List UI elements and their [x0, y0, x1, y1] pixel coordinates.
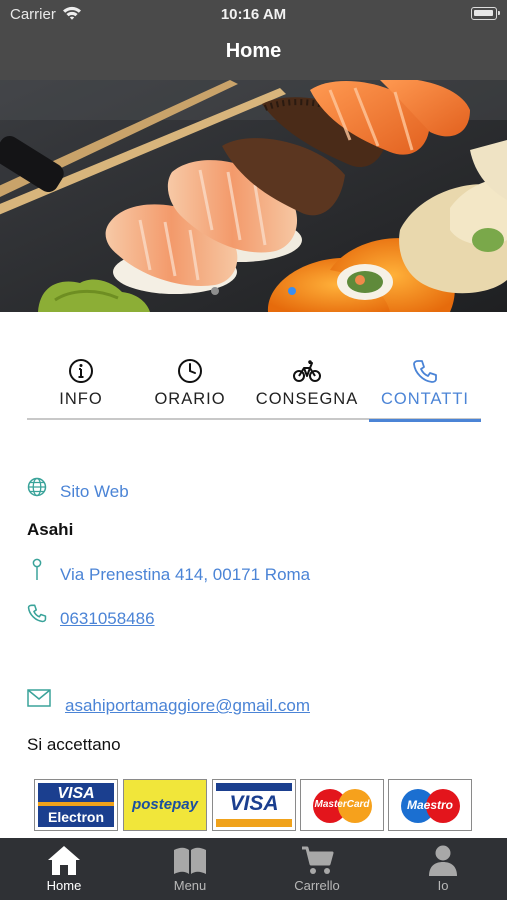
email-link[interactable]: asahiportamaggiore@gmail.com: [65, 696, 310, 716]
bottom-tab-label: Home: [46, 878, 82, 893]
website-row: Sito Web: [27, 477, 327, 503]
tab-label: ORARIO: [154, 390, 226, 408]
payment-label-row: Si accettano: [27, 735, 121, 755]
tab-orario[interactable]: ORARIO: [135, 352, 245, 420]
bottom-tab-label: Io: [437, 878, 449, 893]
top-bar: Carrier 10:16 AM Home: [0, 0, 507, 80]
payment-methods-label: Si accettano: [27, 735, 121, 754]
tab-contatti[interactable]: CONTATTI: [369, 352, 481, 422]
bottom-tab-home[interactable]: Home: [14, 838, 114, 900]
sushi-photo: [0, 80, 507, 312]
tab-label: CONTATTI: [380, 390, 470, 408]
info-tabs: INFO ORARIO CONSEGNA CONTATTI: [27, 352, 481, 422]
payment-cards: VISA Electron postepay VISA MasterCard M…: [34, 779, 474, 833]
phone-row: 0631058486: [27, 603, 227, 629]
website-link[interactable]: Sito Web: [60, 482, 129, 502]
tab-info[interactable]: INFO: [27, 352, 135, 420]
address-link[interactable]: Via Prenestina 414, 00171 Roma: [60, 565, 310, 585]
bottom-tab-menu[interactable]: Menu: [140, 838, 240, 900]
tab-label: CONSEGNA: [255, 390, 359, 408]
home-icon: [48, 846, 80, 875]
hero-carousel[interactable]: [0, 80, 507, 312]
bottom-tab-label: Menu: [173, 878, 207, 893]
bicycle-icon: [293, 360, 321, 382]
globe-icon: [27, 477, 47, 497]
cart-icon: [302, 846, 334, 874]
status-bar: Carrier 10:16 AM: [0, 0, 507, 30]
email-row: asahiportamaggiore@gmail.com: [27, 688, 347, 716]
book-icon: [174, 847, 206, 874]
restaurant-name-row: Asahi: [27, 520, 73, 540]
person-icon: [429, 845, 457, 876]
clock-icon: [178, 359, 202, 383]
status-time: 10:16 AM: [220, 6, 287, 23]
maestro-card: Maestro: [388, 779, 472, 831]
visa-electron-card: VISA Electron: [34, 779, 118, 831]
tab-consegna[interactable]: CONSEGNA: [245, 352, 369, 420]
bottom-tab-label: Carrello: [294, 878, 340, 893]
visa-card: VISA: [212, 779, 296, 831]
phone-icon: [413, 360, 437, 383]
mastercard-card: MasterCard: [300, 779, 384, 831]
tab-label: INFO: [59, 390, 103, 408]
phone-link[interactable]: 0631058486: [60, 609, 155, 629]
info-icon: [69, 359, 93, 383]
bottom-tab-io[interactable]: Io: [393, 838, 493, 900]
bottom-tab-bar: Home Menu Carrello Io: [0, 838, 507, 900]
page-title: Home: [225, 40, 282, 62]
postepay-card: postepay: [123, 779, 207, 831]
carousel-dot-1: [211, 287, 219, 295]
mail-icon: [27, 689, 51, 707]
carousel-dot-2: [288, 287, 296, 295]
address-row: Via Prenestina 414, 00171 Roma: [27, 558, 347, 584]
bottom-tab-carrello[interactable]: Carrello: [267, 838, 367, 900]
location-pin-icon: [32, 558, 42, 580]
restaurant-name: Asahi: [27, 520, 74, 539]
battery-icon: [471, 7, 500, 20]
phone-icon: [27, 604, 47, 623]
